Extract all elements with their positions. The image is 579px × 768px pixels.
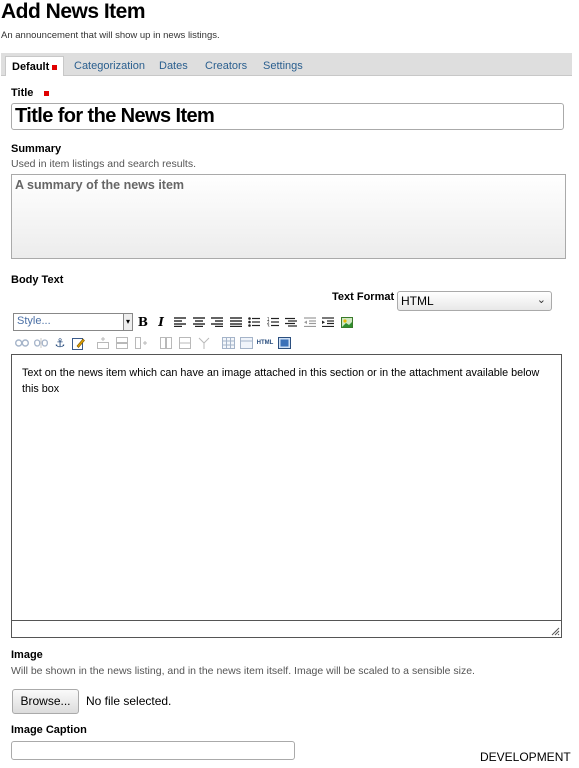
body-text-content[interactable]: Text on the news item which can have an … xyxy=(22,365,551,397)
image-caption-label: Image Caption xyxy=(11,724,87,736)
summary-label: Summary xyxy=(11,143,62,155)
align-right-icon[interactable] xyxy=(209,314,225,330)
tab-dates[interactable]: Dates xyxy=(159,56,188,76)
image-help: Will be shown in the news listing, and i… xyxy=(11,665,475,677)
style-placeholder: Style... xyxy=(17,315,51,327)
delete-row-icon[interactable] xyxy=(114,335,130,351)
body-text-editor[interactable]: Text on the news item which can have an … xyxy=(11,354,562,638)
chevron-down-icon: ⌄ xyxy=(536,294,546,306)
summary-textarea[interactable]: A summary of the news item xyxy=(11,174,566,259)
required-marker xyxy=(44,90,50,96)
summary-help: Used in item listings and search results… xyxy=(11,158,196,170)
dropdown-arrow-icon: ▾ xyxy=(123,314,132,330)
table-icon[interactable] xyxy=(220,335,236,351)
link-icon[interactable] xyxy=(14,335,30,351)
tab-default[interactable]: Default xyxy=(5,56,65,76)
tab-creators[interactable]: Creators xyxy=(205,56,247,76)
html-source-icon[interactable]: HTML xyxy=(256,335,274,351)
text-format-select[interactable]: HTML ⌄ xyxy=(397,291,552,311)
text-format-value: HTML xyxy=(401,294,434,308)
split-icon[interactable] xyxy=(196,335,212,351)
align-center-icon[interactable] xyxy=(191,314,207,330)
outdent-icon[interactable] xyxy=(302,314,318,330)
page-description: An announcement that will show up in new… xyxy=(1,30,220,41)
edit-icon[interactable] xyxy=(70,335,86,351)
insert-col-icon[interactable] xyxy=(133,335,149,351)
definition-list-icon[interactable] xyxy=(283,314,299,330)
unlink-icon[interactable] xyxy=(33,335,49,351)
style-select[interactable]: Style... ▾ xyxy=(13,313,133,331)
merge-icon[interactable] xyxy=(177,335,193,351)
indent-icon[interactable] xyxy=(320,314,336,330)
required-marker xyxy=(52,64,58,70)
italic-icon[interactable]: I xyxy=(153,314,169,330)
body-text-label: Body Text xyxy=(11,274,64,286)
browse-button[interactable]: Browse... xyxy=(12,689,79,714)
delete-col-icon[interactable] xyxy=(158,335,174,351)
image-caption-input[interactable] xyxy=(11,741,295,760)
numbered-list-icon[interactable]: 123 xyxy=(265,314,281,330)
resize-handle-icon[interactable] xyxy=(550,626,560,636)
environment-badge: DEVELOPMENT xyxy=(480,750,571,764)
fullscreen-icon[interactable] xyxy=(276,335,292,351)
tab-bar: Default Categorization Dates Creators Se… xyxy=(1,53,572,76)
file-status: No file selected. xyxy=(86,694,172,708)
anchor-icon[interactable]: ⚓ xyxy=(52,335,68,351)
svg-text:3: 3 xyxy=(267,324,270,328)
table-properties-icon[interactable] xyxy=(238,335,254,351)
insert-row-icon[interactable] xyxy=(95,335,111,351)
align-justify-icon[interactable] xyxy=(228,314,244,330)
align-left-icon[interactable] xyxy=(172,314,188,330)
title-input[interactable]: Title for the News Item xyxy=(11,103,564,130)
insert-image-icon[interactable] xyxy=(339,314,355,330)
title-label: Title xyxy=(11,87,50,99)
tab-settings[interactable]: Settings xyxy=(263,56,303,76)
image-label: Image xyxy=(11,649,43,661)
text-format-label: Text Format xyxy=(332,291,395,303)
bold-icon[interactable]: B xyxy=(135,314,151,330)
title-label-text: Title xyxy=(11,87,34,99)
editor-status-bar xyxy=(12,620,561,637)
tab-categorization[interactable]: Categorization xyxy=(74,56,145,76)
bulleted-list-icon[interactable] xyxy=(246,314,262,330)
page-title: Add News Item xyxy=(1,0,146,23)
tab-label: Default xyxy=(12,61,50,73)
